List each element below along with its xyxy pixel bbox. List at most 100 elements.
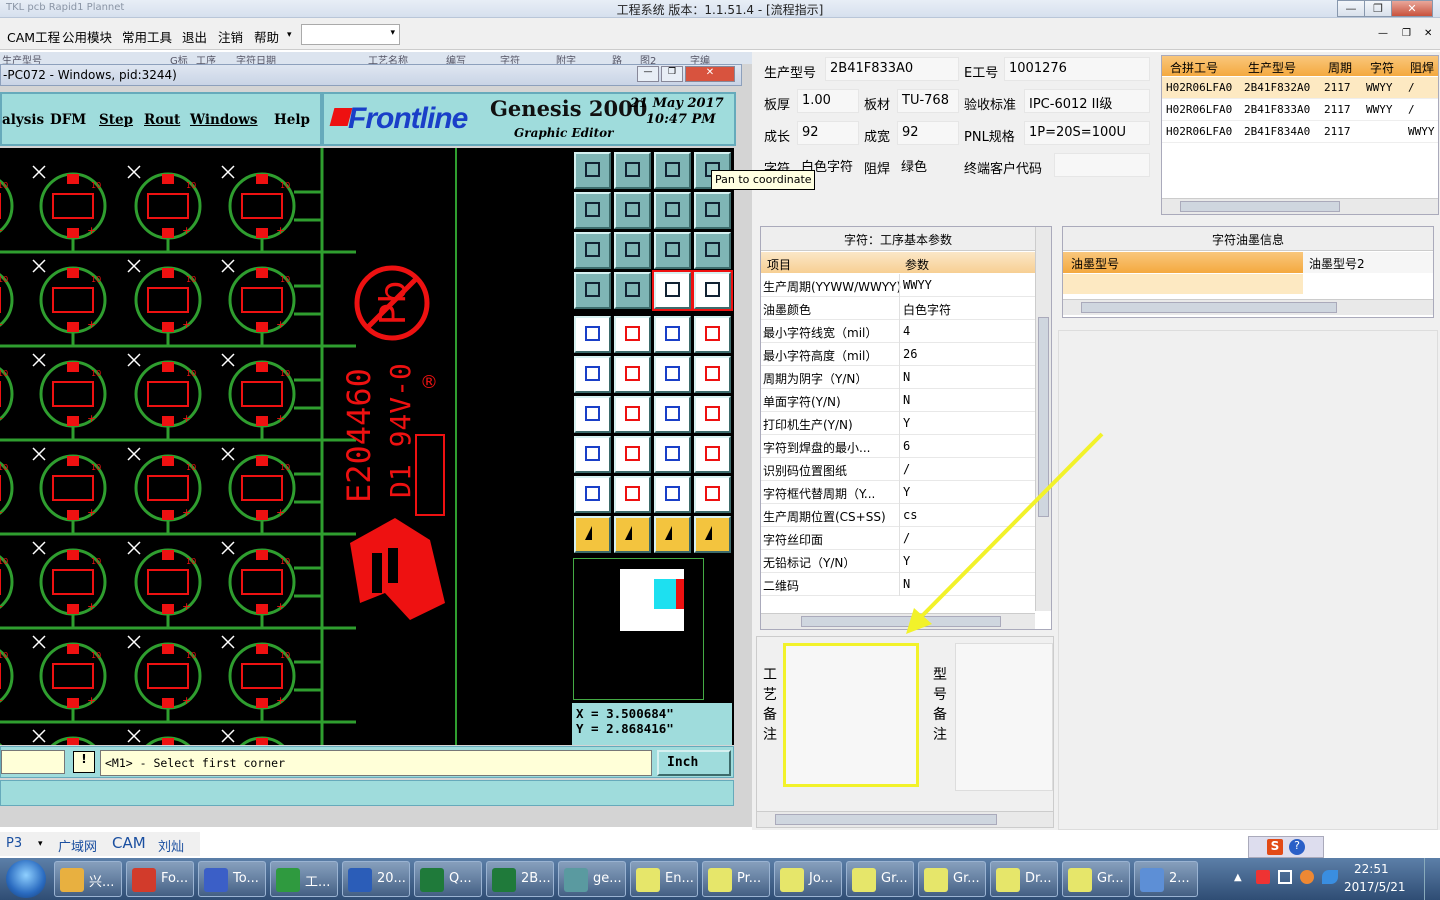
tool-button-8-1-icon[interactable]	[614, 476, 651, 513]
tool-button-4-0-icon[interactable]	[574, 316, 611, 353]
param-row[interactable]: 字符到焊盘的最小... 6	[761, 435, 1035, 458]
genesis-menu-dfm[interactable]: DFM	[50, 112, 86, 128]
pcb-pad[interactable]: 10+	[32, 729, 167, 745]
menu-tools[interactable]: 常用工具	[122, 27, 172, 46]
field-length[interactable]: 92	[797, 121, 859, 145]
process-notes-textarea[interactable]	[783, 643, 919, 787]
pcb-pad[interactable]: 10+	[221, 729, 356, 745]
param-value[interactable]: Y	[903, 416, 910, 430]
close-button[interactable]: ✕	[1391, 0, 1433, 17]
pcb-canvas[interactable]: 10 +10 +10 +10 +10 +10 +10 +10 +10 +10 +10 +10 +10 +1…	[0, 148, 572, 745]
param-value[interactable]: N	[903, 393, 910, 407]
doc-restore-button[interactable]: ❐	[1402, 28, 1411, 39]
param-row[interactable]: 字符丝印面 /	[761, 527, 1035, 550]
pcb-pad[interactable]: 10+	[0, 542, 74, 630]
notes-hscroll[interactable]	[757, 811, 1053, 827]
param-value[interactable]: N	[903, 370, 910, 384]
pcb-pad[interactable]: 10+	[0, 636, 74, 724]
merge-table[interactable]: 合拼工号 生产型号 周期 字符 阻焊 H02R06LFA0 2B41F832A0 2…	[1161, 55, 1439, 215]
pcb-pad[interactable]: 10+	[32, 541, 167, 630]
taskbar-item[interactable]: Gr...	[846, 861, 914, 897]
taskbar-item[interactable]: Q...	[414, 861, 482, 897]
taskbar-item[interactable]: Jo...	[774, 861, 842, 897]
field-production-model[interactable]: 2B41F833A0	[825, 57, 959, 81]
tool-button-9-1-icon[interactable]	[614, 516, 651, 553]
taskbar-item[interactable]: 兴...	[54, 861, 122, 897]
param-row[interactable]: 周期为阴字（Y/N） N	[761, 366, 1035, 389]
tool-button-9-0-icon[interactable]	[574, 516, 611, 553]
tool-button-5-3-icon[interactable]	[694, 356, 731, 393]
merge-table-row[interactable]: H02R06LFA0 2B41F834A0 2117 WWYY	[1162, 121, 1438, 143]
tool-button-1-0-icon[interactable]	[574, 192, 611, 229]
tool-button-0-1-icon[interactable]	[614, 152, 651, 189]
param-row[interactable]: 单面字符(Y/N) N	[761, 389, 1035, 412]
pcb-pad[interactable]: 10+	[32, 353, 167, 442]
scroll-thumb[interactable]	[801, 616, 1001, 627]
doc-close-button[interactable]: ✕	[1424, 28, 1432, 39]
genesis-menu-windows[interactable]: Windows	[190, 112, 258, 128]
col-merge-no[interactable]: 合拼工号	[1170, 59, 1218, 76]
col-period[interactable]: 周期	[1328, 59, 1352, 76]
params-hscroll[interactable]	[761, 613, 1035, 629]
col-item[interactable]: 项目	[767, 256, 791, 273]
pcb-pad[interactable]: 10+	[0, 354, 74, 442]
pcb-pad[interactable]: 10+	[221, 259, 356, 348]
tool-button-3-3-icon[interactable]	[692, 270, 733, 311]
param-value[interactable]: Y	[903, 485, 910, 499]
pcb-pad[interactable]: 10+	[0, 166, 74, 254]
col-legend[interactable]: 字符	[1370, 59, 1394, 76]
param-row[interactable]: 生产周期(YYWW/WWYY) WWYY	[761, 274, 1035, 297]
param-row[interactable]: 无铅标记（Y/N） Y	[761, 550, 1035, 573]
scroll-thumb[interactable]	[1038, 317, 1049, 517]
pcb-pad[interactable]: 10+	[0, 260, 74, 348]
restore-button[interactable]: ❐	[1364, 0, 1392, 17]
param-value[interactable]: 白色字符	[903, 301, 951, 318]
tool-button-3-1-icon[interactable]	[614, 272, 651, 309]
tool-button-8-0-icon[interactable]	[574, 476, 611, 513]
taskbar-item[interactable]: 2...	[1134, 861, 1198, 897]
tool-button-7-0-icon[interactable]	[574, 436, 611, 473]
tool-button-4-3-icon[interactable]	[694, 316, 731, 353]
params-vscroll[interactable]	[1035, 227, 1051, 611]
param-row[interactable]: 字符框代替周期（Y... Y	[761, 481, 1035, 504]
tool-button-9-2-icon[interactable]	[654, 516, 691, 553]
tool-button-5-0-icon[interactable]	[574, 356, 611, 393]
taskbar-item[interactable]: Gr...	[1062, 861, 1130, 897]
genesis-min-button[interactable]: —	[637, 66, 659, 82]
module-combo[interactable]: ▾	[301, 24, 400, 45]
genesis-restore-button[interactable]: ❐	[661, 66, 683, 82]
tray-expand-icon[interactable]: ▲	[1234, 872, 1242, 883]
taskbar-item[interactable]: Pr...	[702, 861, 770, 897]
pcb-pad[interactable]: 10+	[221, 353, 356, 442]
ime-indicator[interactable]: P3	[6, 836, 22, 851]
minimap-viewport[interactable]	[618, 567, 686, 633]
param-row[interactable]: 最小字符线宽（mil） 4	[761, 320, 1035, 343]
taskbar-item[interactable]: 工...	[270, 861, 338, 897]
tool-button-6-2-icon[interactable]	[654, 396, 691, 433]
param-value[interactable]: 26	[903, 347, 917, 361]
pcb-pad[interactable]: 10+	[32, 635, 167, 724]
genesis-menu-rout[interactable]: Rout	[144, 112, 180, 128]
field-thickness[interactable]: 1.00	[797, 89, 859, 113]
param-value[interactable]: N	[903, 577, 910, 591]
param-value[interactable]: WWYY	[903, 278, 932, 292]
pcb-drawing[interactable]: 10 +10 +10 +10 +10 +10 +10 +10 +10 +10 +10 +10 +10 +1…	[0, 148, 572, 745]
genesis-menu-help[interactable]: Help	[274, 112, 310, 128]
tool-button-1-2-icon[interactable]	[654, 192, 691, 229]
ink-row-selected[interactable]	[1063, 274, 1303, 294]
tool-button-6-1-icon[interactable]	[614, 396, 651, 433]
col-ink-model-2[interactable]: 油墨型号2	[1303, 252, 1433, 273]
menu-logout[interactable]: 注销	[218, 27, 243, 46]
tool-button-3-2-icon[interactable]	[652, 270, 693, 311]
col-param[interactable]: 参数	[905, 256, 929, 273]
clock-date[interactable]: 2017/5/21	[1344, 880, 1406, 894]
pcb-pad[interactable]: 10+	[221, 165, 356, 254]
genesis-menu-analysis[interactable]: alysis	[2, 112, 44, 128]
taskbar-item[interactable]: 20...	[342, 861, 410, 897]
tool-button-6-0-icon[interactable]	[574, 396, 611, 433]
help-icon[interactable]: ?	[1289, 839, 1305, 855]
tool-button-7-3-icon[interactable]	[694, 436, 731, 473]
app-tray-icon[interactable]	[1300, 870, 1314, 884]
scroll-thumb[interactable]	[1180, 201, 1340, 212]
param-row[interactable]: 打印机生产(Y/N) Y	[761, 412, 1035, 435]
